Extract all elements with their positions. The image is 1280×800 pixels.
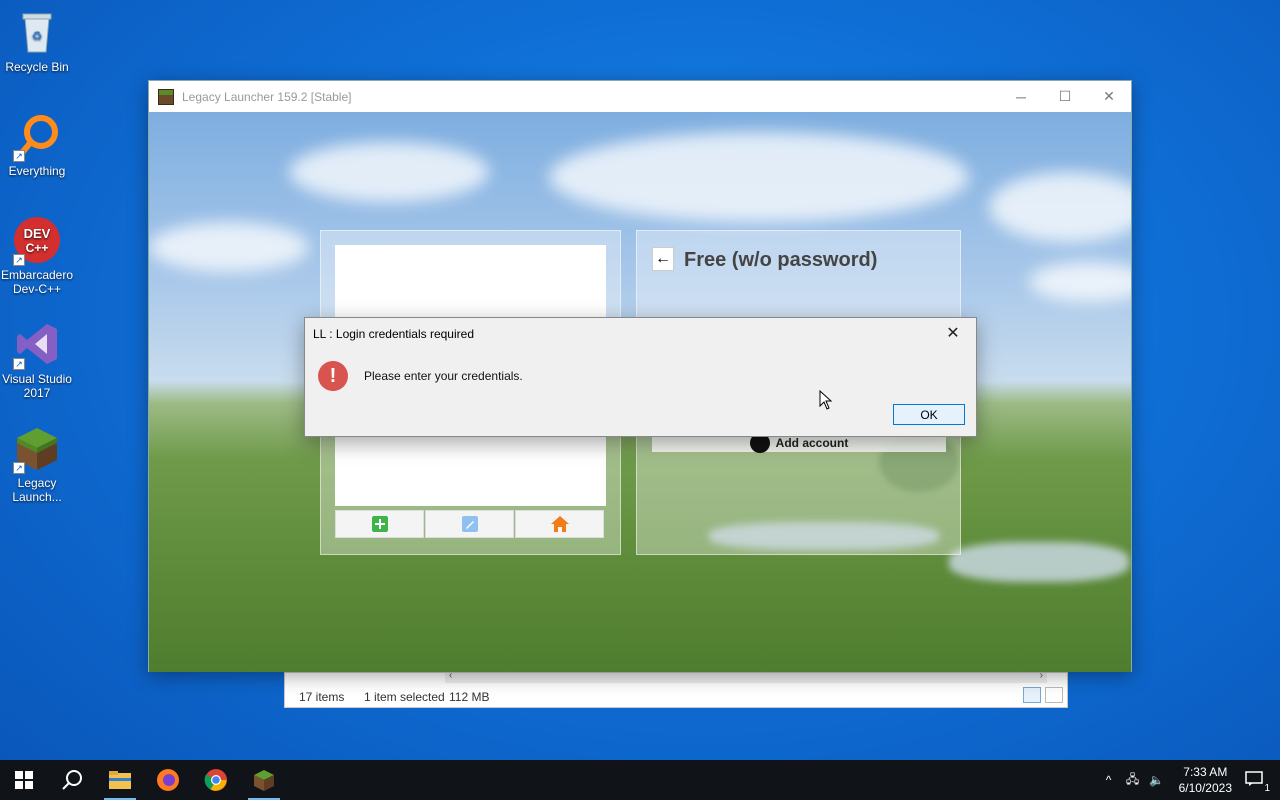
search-icon xyxy=(62,770,82,790)
clock-date: 6/10/2023 xyxy=(1178,781,1232,795)
large-icons-view-icon[interactable] xyxy=(1045,687,1063,703)
close-icon[interactable]: ✕ xyxy=(938,322,968,344)
taskbar-legacy-launcher[interactable] xyxy=(240,760,288,800)
home-button[interactable] xyxy=(515,510,604,538)
maximize-icon[interactable]: ☐ xyxy=(1043,81,1087,112)
notifications-icon[interactable]: 1 xyxy=(1242,770,1270,794)
desktop-icon-label: Everything xyxy=(8,164,66,178)
shortcut-arrow-icon: ↗ xyxy=(13,254,25,266)
network-icon[interactable]: 🖧 xyxy=(1121,770,1145,791)
taskbar-chrome[interactable] xyxy=(192,760,240,800)
svg-text:♻: ♻ xyxy=(32,29,43,43)
desktop-icon-devcpp[interactable]: DEV C++ ↗ Embarcadero Dev-C++ xyxy=(0,216,74,296)
search-magnifier-icon: ↗ xyxy=(13,112,61,162)
dialog-title: LL : Login credentials required xyxy=(313,327,474,341)
svg-text:C++: C++ xyxy=(26,241,49,255)
home-icon xyxy=(550,516,569,532)
desktop-icon-visual-studio[interactable]: ↗ Visual Studio 2017 xyxy=(0,320,74,400)
grass-block-icon xyxy=(254,770,274,791)
windows-logo-icon xyxy=(15,771,33,789)
shortcut-arrow-icon: ↗ xyxy=(13,150,25,162)
folder-icon xyxy=(109,771,131,789)
mouse-cursor-icon xyxy=(819,390,833,410)
explorer-window-statusbar: ‹ › 17 items 1 item selected 112 MB xyxy=(284,670,1068,708)
back-arrow-icon[interactable]: ← xyxy=(652,247,674,271)
notification-count: 1 xyxy=(1264,782,1270,794)
grass-block-icon: ↗ xyxy=(13,424,61,474)
desktop-icon-legacy-launcher[interactable]: ↗ Legacy Launch... xyxy=(0,424,74,504)
plus-icon xyxy=(371,516,388,532)
devcpp-icon: DEV C++ ↗ xyxy=(13,216,61,266)
pencil-icon xyxy=(461,516,478,532)
error-icon: ! xyxy=(318,361,348,391)
add-button[interactable] xyxy=(335,510,424,538)
visual-studio-icon: ↗ xyxy=(13,320,61,370)
account-type-title: Free (w/o password) xyxy=(684,249,878,271)
action-center-icon xyxy=(1245,770,1263,786)
selection-info: 1 item selected xyxy=(364,690,445,704)
taskbar-file-explorer[interactable] xyxy=(96,760,144,800)
details-view-icon[interactable] xyxy=(1023,687,1041,703)
add-account-label: Add account xyxy=(775,436,849,450)
desktop-icon-label: Recycle Bin xyxy=(5,60,69,74)
start-button[interactable] xyxy=(0,760,48,800)
desktop-icon-recycle-bin[interactable]: ♻ Recycle Bin xyxy=(0,8,74,74)
close-icon[interactable]: ✕ xyxy=(1087,81,1131,112)
taskbar: ^ 🖧 🔈 7:33 AM 6/10/2023 1 xyxy=(0,760,1280,800)
edit-button[interactable] xyxy=(425,510,514,538)
chrome-icon xyxy=(204,769,227,791)
firefox-icon xyxy=(157,769,179,791)
svg-text:DEV: DEV xyxy=(24,226,51,241)
desktop-icon-label: Legacy Launch... xyxy=(12,476,62,504)
desktop-icon-everything[interactable]: ↗ Everything xyxy=(0,112,74,178)
system-tray: ^ 🖧 🔈 7:33 AM 6/10/2023 1 xyxy=(1097,760,1280,800)
volume-muted-icon[interactable]: 🔈 xyxy=(1145,773,1169,787)
dialog-message: Please enter your credentials. xyxy=(364,369,523,383)
desktop-icon-label: Visual Studio 2017 xyxy=(2,372,72,400)
search-button[interactable] xyxy=(48,760,96,800)
ok-button[interactable]: OK xyxy=(893,404,965,425)
shortcut-arrow-icon: ↗ xyxy=(13,462,25,474)
login-credentials-dialog: LL : Login credentials required ✕ ! Plea… xyxy=(304,317,977,437)
clock-time: 7:33 AM xyxy=(1183,765,1228,779)
horizontal-scrollbar[interactable]: ‹ › xyxy=(445,670,1047,683)
shortcut-arrow-icon: ↗ xyxy=(13,358,25,370)
chevron-up-icon[interactable]: ^ xyxy=(1097,773,1121,787)
launcher-titlebar[interactable]: Legacy Launcher 159.2 [Stable] ─ ☐ ✕ xyxy=(149,81,1131,112)
taskbar-firefox[interactable] xyxy=(144,760,192,800)
minimize-icon[interactable]: ─ xyxy=(999,81,1043,112)
clock[interactable]: 7:33 AM 6/10/2023 xyxy=(1179,764,1232,796)
launcher-app-icon xyxy=(158,88,174,105)
window-title: Legacy Launcher 159.2 [Stable] xyxy=(182,89,352,104)
desktop-icon-label: Embarcadero Dev-C++ xyxy=(0,268,74,296)
selection-size: 112 MB xyxy=(449,690,490,704)
items-count: 17 items xyxy=(299,690,345,704)
recycle-bin-icon: ♻ xyxy=(13,8,61,56)
